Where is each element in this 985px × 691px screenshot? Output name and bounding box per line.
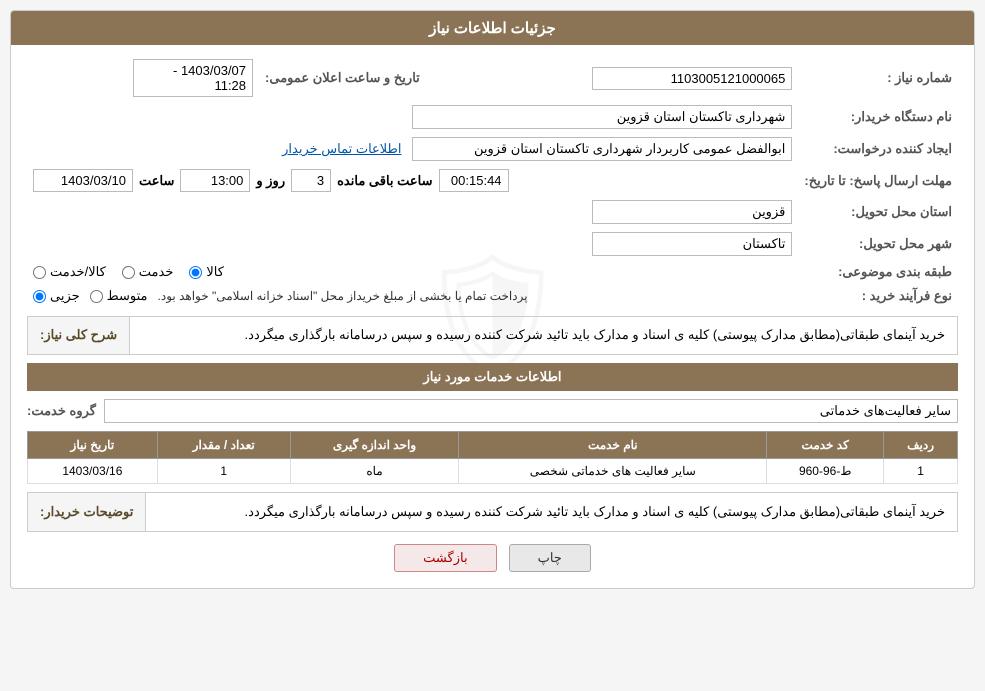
buyer-notes-label: توضیحات خریدار: [28, 493, 146, 531]
roz-label: روز و [256, 173, 285, 189]
bazgasht-button[interactable]: بازگشت [394, 544, 496, 572]
roz-value: 3 [291, 169, 331, 192]
col-tedad: تعداد / مقدار [157, 431, 290, 458]
ijad-konande-label: ایجاد کننده درخواست: [798, 133, 958, 165]
radio-motaset-input[interactable] [90, 290, 103, 303]
shomara-niaz-value: 1103005121000065 [592, 67, 792, 90]
radio-kala-input[interactable] [189, 266, 202, 279]
services-section: اطلاعات خدمات مورد نیاز گروه خدمت: سایر … [27, 363, 958, 484]
gorooh-label: گروه خدمت: [27, 403, 96, 419]
motaset-label: متوسط [107, 288, 148, 304]
shahr-label: شهر محل تحویل: [798, 228, 958, 260]
buyer-notes-section: خرید آینماى طبقاتى(مطابق مدارک پیوستى) ک… [27, 492, 958, 532]
radio-kala-khedmat[interactable]: کالا/خدمت [33, 264, 106, 280]
ostan-label: استان محل تحویل: [798, 196, 958, 228]
saat-label: ساعت [139, 173, 174, 189]
col-tarikh: تاریخ نیاز [28, 431, 158, 458]
ijad-konande-value: ابوالفضل عمومی کاربردار شهرداری تاکستان … [412, 137, 792, 161]
col-kod: کد خدمت [767, 431, 884, 458]
page-title: جزئیات اطلاعات نیاز [429, 20, 556, 37]
table-cell-tedad: 1 [157, 458, 290, 483]
nam-dastgah-label: نام دستگاه خریدار: [798, 101, 958, 133]
table-cell-vahed: ماه [290, 458, 459, 483]
chap-button[interactable]: چاپ [509, 544, 591, 572]
services-table: ردیف کد خدمت نام خدمت واحد اندازه گیری ت… [27, 431, 958, 484]
table-cell-kod_khedmat: ط-96-960 [767, 458, 884, 483]
table-cell-radif: 1 [884, 458, 958, 483]
nooe-farayand-label: نوع فرآیند خرید : [798, 284, 958, 308]
services-header: اطلاعات خدمات مورد نیاز [27, 363, 958, 391]
radio-jozi-input[interactable] [33, 290, 46, 303]
mohlat-label: مهلت ارسال پاسخ: تا تاریخ: [798, 165, 958, 196]
baqi-value: 00:15:44 [439, 169, 509, 192]
tarikh-elaan-label: تاریخ و ساعت اعلان عمومی: [259, 55, 426, 101]
sharh-section: خرید آینماى طبقاتى(مطابق مدارک پیوستى) ک… [27, 316, 958, 355]
col-vahed: واحد اندازه گیری [290, 431, 459, 458]
tarikh-elaan-value: 1403/03/07 - 11:28 [133, 59, 253, 97]
baqi-label: ساعت باقی مانده [337, 173, 432, 189]
info-table-1: شماره نیاز : 1103005121000065 تاریخ و سا… [27, 55, 958, 308]
radio-khedmat[interactable]: خدمت [122, 264, 174, 280]
card-header: جزئیات اطلاعات نیاز [11, 11, 974, 45]
saat-value: 13:00 [180, 169, 250, 192]
jozi-label: جزیی [50, 288, 80, 304]
radio-jozi[interactable]: جزیی [33, 288, 80, 304]
gorooh-value: سایر فعالیت‌های خدماتی [104, 399, 958, 423]
kala-label: کالا [206, 264, 224, 280]
kala-khedmat-label: کالا/خدمت [50, 264, 106, 280]
sharh-label: شرح کلی نیاز: [28, 317, 130, 354]
sharh-text: خرید آینماى طبقاتى(مطابق مدارک پیوستى) ک… [130, 317, 957, 354]
card-body: 🛡 شماره نیاز : 1103005121000065 تاریخ و … [11, 45, 974, 588]
table-cell-nam_khedmat: سایر فعالیت های خدماتی شخصی [459, 458, 767, 483]
radio-kala[interactable]: کالا [189, 264, 224, 280]
radio-khedmat-input[interactable] [122, 266, 135, 279]
tarikh-date: 1403/03/10 [33, 169, 133, 192]
col-radif: ردیف [884, 431, 958, 458]
ettelaat-link[interactable]: اطلاعات تماس خریدار [282, 141, 401, 156]
buyer-notes-text: خرید آینماى طبقاتى(مطابق مدارک پیوستى) ک… [146, 493, 957, 531]
ostan-value: قزوین [592, 200, 792, 224]
shahr-value: تاکستان [592, 232, 792, 256]
button-row: چاپ بازگشت [27, 544, 958, 572]
page-container: جزئیات اطلاعات نیاز 🛡 شماره نیاز : 11030… [0, 0, 985, 691]
radio-motaset[interactable]: متوسط [90, 288, 148, 304]
table-cell-tarikh_niaz: 1403/03/16 [28, 458, 158, 483]
shomara-niaz-label: شماره نیاز : [798, 55, 958, 101]
nam-dastgah-value: شهرداری تاکستان استان قزوین [412, 105, 792, 129]
table-row: 1ط-96-960سایر فعالیت های خدماتی شخصیماه1… [28, 458, 958, 483]
radio-kala-khedmat-input[interactable] [33, 266, 46, 279]
col-nam: نام خدمت [459, 431, 767, 458]
main-card: جزئیات اطلاعات نیاز 🛡 شماره نیاز : 11030… [10, 10, 975, 589]
tabagheh-label: طبقه بندی موضوعی: [798, 260, 958, 284]
khedmat-label: خدمت [139, 264, 174, 280]
nooe-note: پرداخت تمام یا بخشی از مبلغ خریداز محل "… [158, 289, 528, 303]
